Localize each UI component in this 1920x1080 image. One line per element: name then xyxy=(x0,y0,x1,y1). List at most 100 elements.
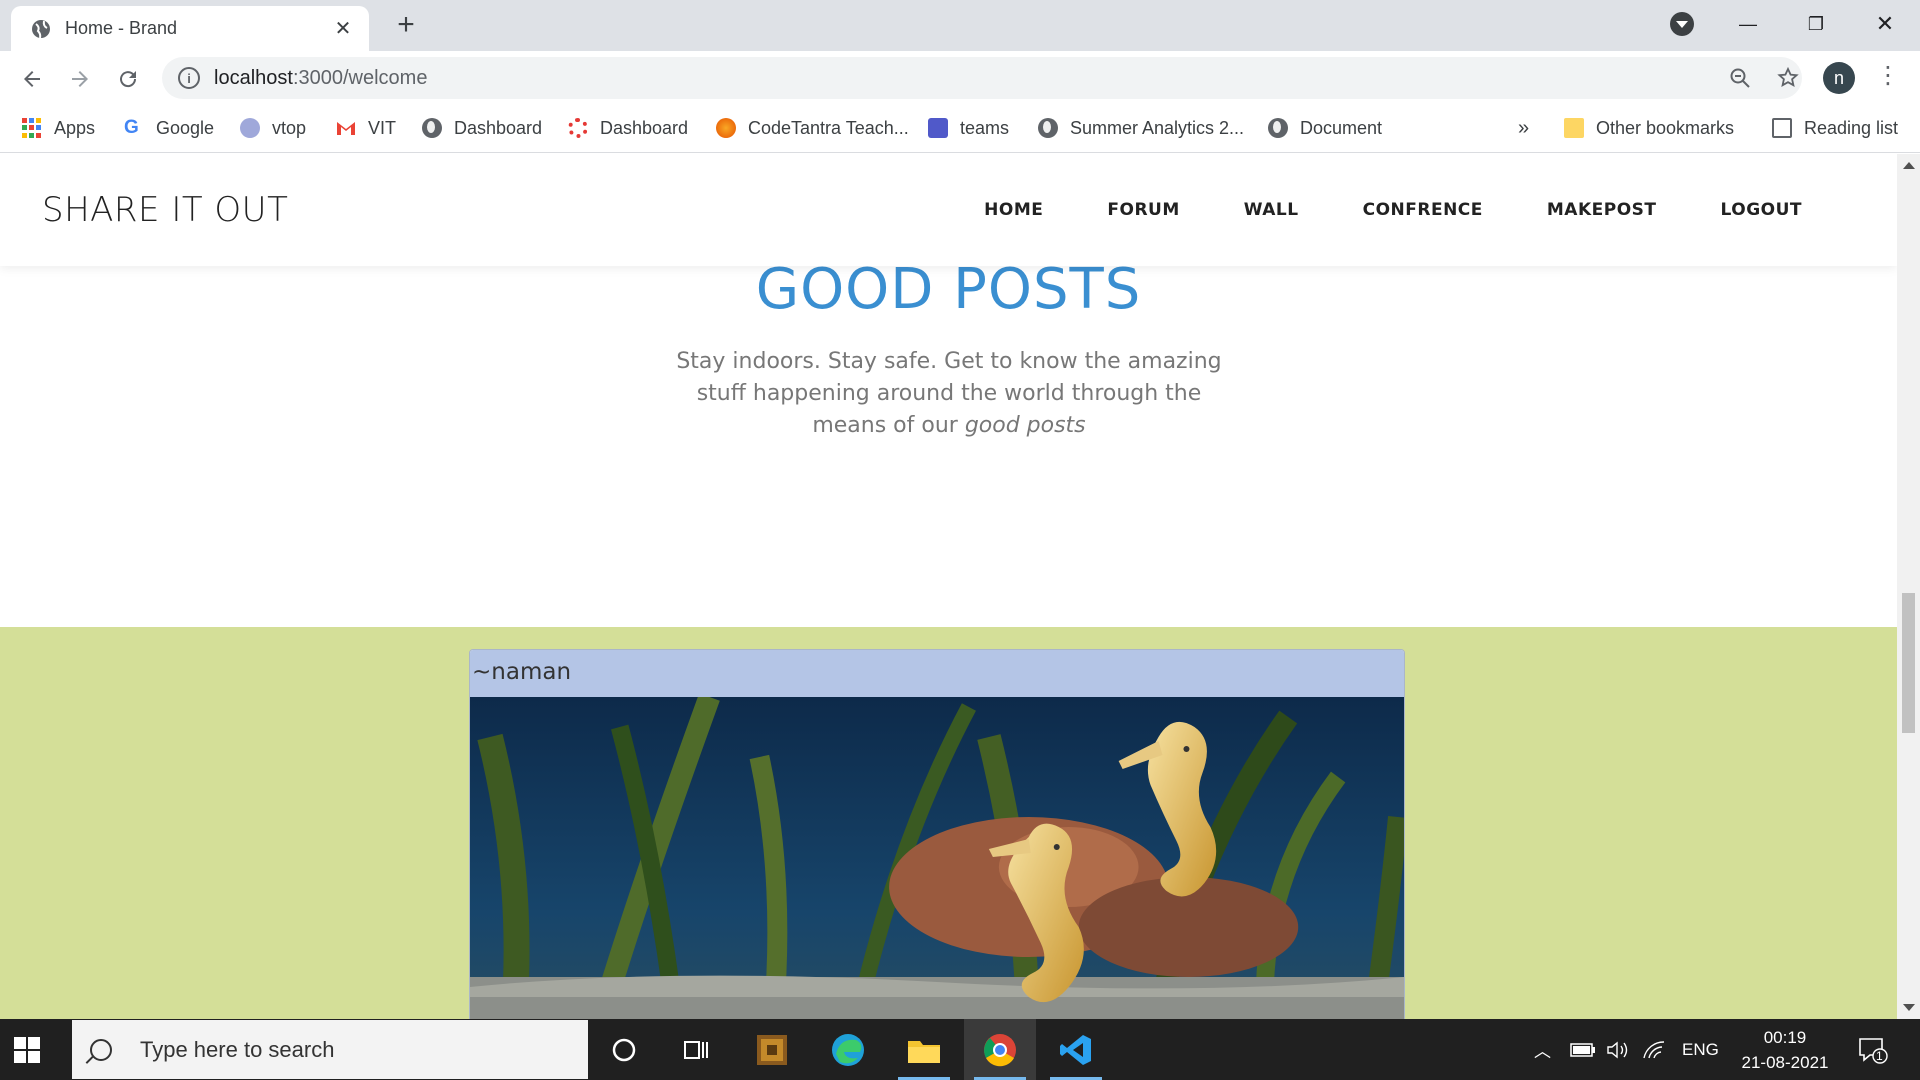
globe-icon xyxy=(1038,118,1058,138)
folder-icon xyxy=(1564,118,1584,138)
hero-section: GOOD POSTS Stay indoors. Stay safe. Get … xyxy=(0,257,1897,633)
other-bookmarks-label: Other bookmarks xyxy=(1596,117,1735,138)
restore-button[interactable]: ❐ xyxy=(1786,4,1846,44)
file-explorer-icon[interactable] xyxy=(888,1019,960,1080)
codetantra-icon xyxy=(716,118,736,138)
bookmark-label: Apps xyxy=(54,117,96,138)
bookmark-label: Summer Analytics 2... xyxy=(1070,117,1245,138)
bookmark-label: teams xyxy=(960,117,1010,138)
scrollbar-thumb[interactable] xyxy=(1902,593,1915,733)
bookmark-vit[interactable]: VIT xyxy=(336,106,396,150)
minimize-button[interactable]: — xyxy=(1718,4,1778,44)
bookmark-vtop[interactable]: vtop xyxy=(240,106,306,150)
taskbar-search-box[interactable]: Type here to search xyxy=(72,1020,588,1079)
nav-logout[interactable]: LOGOUT xyxy=(1721,200,1802,220)
edge-icon[interactable] xyxy=(812,1019,884,1080)
google-icon: G xyxy=(124,117,139,138)
bookmark-dashboard-2[interactable]: Dashboard xyxy=(568,106,688,150)
nav-confrence[interactable]: CONFRENCE xyxy=(1363,200,1483,220)
gmail-icon xyxy=(337,122,355,135)
bookmark-summer-analytics[interactable]: Summer Analytics 2... xyxy=(1038,106,1244,150)
clock-time: 00:19 xyxy=(1763,1028,1807,1047)
site-info-icon[interactable]: i xyxy=(178,67,200,89)
taskbar-search-placeholder: Type here to search xyxy=(140,1036,335,1062)
tab-search-icon[interactable] xyxy=(1670,12,1694,36)
globe-icon xyxy=(422,118,442,138)
post-author: ~naman xyxy=(470,650,1404,697)
bookmark-star-icon[interactable] xyxy=(1776,66,1800,90)
reload-icon[interactable] xyxy=(110,61,146,97)
hero-text: Stay indoors. Stay safe. Get to know the… xyxy=(660,346,1238,442)
page-viewport: SHARE IT OUT HOME FORUM WALL CONFRENCE M… xyxy=(0,154,1897,1019)
browser-tab-active[interactable]: Home - Brand ✕ xyxy=(11,6,369,51)
back-arrow-icon[interactable] xyxy=(14,61,50,97)
url-text[interactable]: localhost:3000/welcome xyxy=(214,67,427,90)
bookmarks-bar: Apps G Google vtop VIT Dashboard Dashboa… xyxy=(0,106,1920,153)
task-view-icon[interactable] xyxy=(660,1019,732,1080)
profile-avatar[interactable]: n xyxy=(1823,62,1855,94)
windows-taskbar: Type here to search ︿ ENG 00:19 21-08-20… xyxy=(0,1019,1920,1080)
clock-date: 21-08-2021 xyxy=(1741,1053,1829,1072)
nav-makepost[interactable]: MAKEPOST xyxy=(1547,200,1657,220)
site-navbar: SHARE IT OUT HOME FORUM WALL CONFRENCE M… xyxy=(0,154,1897,266)
wifi-icon[interactable] xyxy=(1642,1019,1666,1080)
battery-icon[interactable] xyxy=(1570,1019,1596,1080)
hero-title: GOOD POSTS xyxy=(755,257,1142,322)
apps-grid-icon xyxy=(22,118,42,138)
close-window-button[interactable]: ✕ xyxy=(1855,4,1915,44)
bookmark-dashboard-1[interactable]: Dashboard xyxy=(422,106,542,150)
bookmark-document[interactable]: Document xyxy=(1268,106,1382,150)
bookmark-label: Dashboard xyxy=(454,117,543,138)
url-path: :3000/welcome xyxy=(292,66,428,89)
bookmark-codetantra[interactable]: CodeTantra Teach... xyxy=(716,106,909,150)
teams-icon xyxy=(928,118,948,138)
url-host: localhost xyxy=(214,66,293,89)
bookmark-label: VIT xyxy=(368,117,397,138)
reading-list-icon xyxy=(1772,118,1792,138)
menu-kebab-icon[interactable]: ⋮ xyxy=(1876,64,1900,88)
page-scrollbar[interactable] xyxy=(1897,154,1920,1019)
hero-text-emphasis: good posts xyxy=(964,413,1086,438)
tray-overflow-chevron-icon[interactable]: ︿ xyxy=(1534,1019,1551,1080)
bookmark-apps[interactable]: Apps xyxy=(22,106,95,150)
close-tab-icon[interactable]: ✕ xyxy=(331,16,355,41)
new-tab-button[interactable]: + xyxy=(390,10,422,42)
globe-icon xyxy=(32,19,50,38)
site-brand[interactable]: SHARE IT OUT xyxy=(42,190,288,230)
bookmark-label: Dashboard xyxy=(600,117,689,138)
vtop-icon xyxy=(240,118,260,138)
post-card[interactable]: ~naman xyxy=(469,649,1405,1019)
windows-start-icon[interactable] xyxy=(14,1037,40,1063)
chrome-icon[interactable] xyxy=(964,1019,1036,1080)
language-indicator[interactable]: ENG xyxy=(1682,1019,1719,1080)
posts-section: ~naman xyxy=(0,627,1897,1019)
site-nav-links: HOME FORUM WALL CONFRENCE MAKEPOST LOGOU… xyxy=(984,200,1802,220)
taskbar-clock[interactable]: 00:19 21-08-2021 xyxy=(1730,1025,1840,1075)
nav-home[interactable]: HOME xyxy=(984,200,1043,220)
other-bookmarks-folder[interactable]: Other bookmarks xyxy=(1564,106,1734,150)
tab-strip: Home - Brand ✕ + — ❐ ✕ xyxy=(0,0,1920,51)
forward-arrow-icon[interactable] xyxy=(62,61,98,97)
scroll-up-arrow-icon[interactable] xyxy=(1903,162,1915,169)
dashboard-flower-icon xyxy=(568,118,588,138)
bookmarks-overflow-chevron-icon[interactable]: » xyxy=(1518,106,1529,150)
bookmark-google[interactable]: G Google xyxy=(124,106,214,150)
zoom-icon[interactable] xyxy=(1728,66,1752,90)
nav-forum[interactable]: FORUM xyxy=(1107,200,1179,220)
bookmark-teams[interactable]: teams xyxy=(928,106,1009,150)
nav-wall[interactable]: WALL xyxy=(1244,200,1299,220)
vscode-icon[interactable] xyxy=(1040,1019,1112,1080)
notification-count: 1 xyxy=(1876,1049,1883,1063)
notifications-icon[interactable]: 1 xyxy=(1858,1019,1888,1080)
address-bar[interactable]: i localhost:3000/welcome xyxy=(162,57,1802,99)
dosbox-icon[interactable] xyxy=(736,1019,808,1080)
scroll-down-arrow-icon[interactable] xyxy=(1903,1004,1915,1011)
bookmark-label: CodeTantra Teach... xyxy=(748,117,909,138)
volume-icon[interactable] xyxy=(1606,1019,1630,1080)
bookmark-label: vtop xyxy=(272,117,307,138)
cortana-icon[interactable] xyxy=(588,1019,660,1080)
bookmark-label: Document xyxy=(1300,117,1383,138)
globe-icon xyxy=(1268,118,1288,138)
reading-list-button[interactable]: Reading list xyxy=(1772,106,1898,150)
hero-text-main: Stay indoors. Stay safe. Get to know the… xyxy=(676,349,1222,438)
